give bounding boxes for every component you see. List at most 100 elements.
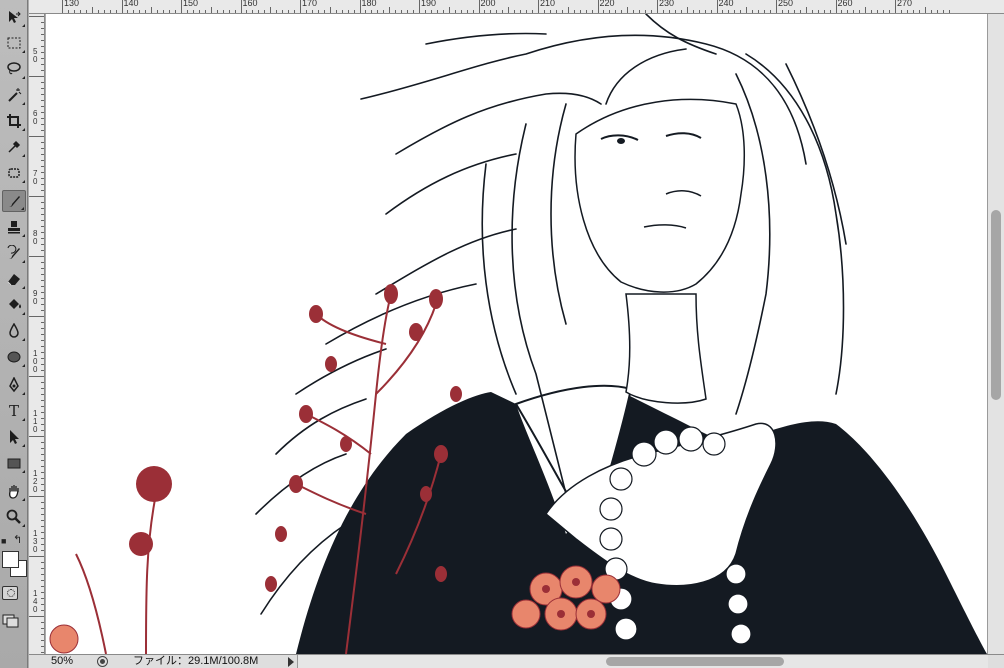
ruler-tick	[97, 10, 99, 13]
move-tool[interactable]	[2, 6, 26, 28]
ruler-tick	[234, 10, 236, 13]
ruler-tick	[41, 502, 44, 503]
ruler-tick	[508, 7, 510, 13]
ruler-tick	[29, 136, 44, 137]
zoom-tool[interactable]	[2, 506, 26, 528]
pen-icon	[6, 377, 22, 393]
ruler-tick	[186, 10, 188, 13]
ruler-tick	[41, 70, 44, 71]
ruler-tick	[478, 0, 480, 13]
ruler-tick	[41, 610, 44, 611]
ruler-tick	[41, 520, 44, 521]
paint-bucket-tool[interactable]	[2, 294, 26, 316]
crop-tool[interactable]	[2, 110, 26, 132]
vertical-scrollbar[interactable]	[987, 14, 1004, 654]
ruler-tick	[472, 10, 474, 13]
ruler-tick	[29, 16, 44, 17]
ruler-tick	[41, 322, 44, 323]
magic-wand-tool[interactable]	[2, 84, 26, 106]
ruler-tick	[175, 10, 177, 13]
ruler-tick	[41, 370, 44, 371]
ruler-tick	[133, 10, 135, 13]
ruler-tick	[41, 250, 44, 251]
ruler-tick	[169, 10, 171, 13]
ruler-tick	[41, 514, 44, 515]
ruler-tick	[41, 406, 44, 407]
clone-stamp-tool[interactable]	[2, 216, 26, 238]
lasso-icon	[6, 61, 22, 77]
lasso-tool[interactable]	[2, 58, 26, 80]
vertical-ruler[interactable]: 5060708090100110120130140	[29, 14, 45, 654]
rectangle-tool[interactable]	[2, 452, 26, 474]
ruler-tick	[41, 604, 44, 605]
ruler-tick	[639, 10, 641, 13]
ruler-tick	[359, 0, 361, 13]
pen-tool[interactable]	[2, 374, 26, 396]
ruler-tick	[41, 382, 44, 383]
marquee-tool[interactable]	[2, 32, 26, 54]
swap-colors-icon[interactable]: ↰	[13, 533, 22, 546]
type-tool[interactable]: T	[2, 400, 26, 422]
ruler-tick	[728, 10, 730, 13]
ruler-tick	[41, 22, 44, 23]
document-profile-icon[interactable]	[97, 656, 108, 667]
ruler-tick	[41, 454, 44, 455]
quick-mask-button[interactable]	[2, 586, 18, 600]
ruler-tick	[41, 568, 44, 569]
ruler-tick	[41, 190, 44, 191]
ruler-tick	[900, 10, 902, 13]
ruler-tick	[413, 10, 415, 13]
horizontal-scroll-thumb[interactable]	[606, 657, 784, 666]
ruler-tick	[627, 7, 629, 13]
ruler-label: 230	[659, 0, 675, 8]
document-canvas[interactable]	[46, 14, 987, 654]
ruler-tick	[365, 10, 367, 13]
ruler-tick	[41, 52, 44, 53]
ruler-tick	[210, 7, 212, 13]
ruler-tick	[41, 508, 44, 509]
type-icon: T	[8, 402, 19, 420]
ruler-tick	[579, 10, 581, 13]
ruler-label: 0	[33, 365, 38, 374]
horizontal-scrollbar[interactable]	[297, 655, 988, 668]
eraser-tool[interactable]	[2, 268, 26, 290]
ruler-tick	[41, 388, 44, 389]
eraser-icon	[6, 271, 22, 287]
hand-tool[interactable]	[2, 480, 26, 502]
eyedropper-tool[interactable]	[2, 136, 26, 158]
vertical-scroll-thumb[interactable]	[991, 210, 1001, 400]
ruler-tick	[514, 10, 516, 13]
foreground-color-swatch[interactable]	[2, 551, 19, 568]
ruler-tick	[41, 298, 44, 299]
default-colors-icon[interactable]: ■	[1, 536, 6, 546]
ruler-tick	[41, 412, 44, 413]
ruler-label: 0	[33, 545, 38, 554]
ruler-tick	[895, 0, 896, 13]
ruler-tick	[270, 7, 272, 13]
dodge-tool[interactable]	[2, 346, 26, 368]
zoom-level[interactable]: 50%	[33, 655, 89, 668]
ruler-tick	[41, 46, 44, 47]
history-brush-tool[interactable]	[2, 242, 26, 264]
status-menu-arrow-icon[interactable]	[288, 657, 294, 667]
ruler-tick	[662, 10, 664, 13]
ruler-tick	[395, 10, 397, 13]
ruler-tick	[585, 10, 587, 13]
ruler-tick	[764, 10, 766, 13]
ruler-tick	[41, 580, 44, 581]
ruler-tick	[276, 10, 278, 13]
path-selection-tool[interactable]	[2, 426, 26, 448]
screen-mode-button[interactable]	[2, 612, 20, 628]
horizontal-ruler[interactable]: 130 140 150 160 170 180 190 200 210 220 230 240 250 2…	[29, 0, 1004, 14]
ruler-tick	[335, 10, 337, 13]
ruler-tick	[781, 10, 783, 13]
ruler-tick	[41, 34, 44, 35]
ruler-tick	[424, 10, 426, 13]
ruler-tick	[686, 7, 688, 13]
ruler-tick	[549, 10, 551, 13]
spot-healing-tool[interactable]	[2, 162, 26, 184]
brush-tool[interactable]	[2, 190, 26, 212]
ruler-tick	[41, 262, 44, 263]
blur-tool[interactable]	[2, 320, 26, 342]
ruler-tick	[41, 64, 44, 65]
